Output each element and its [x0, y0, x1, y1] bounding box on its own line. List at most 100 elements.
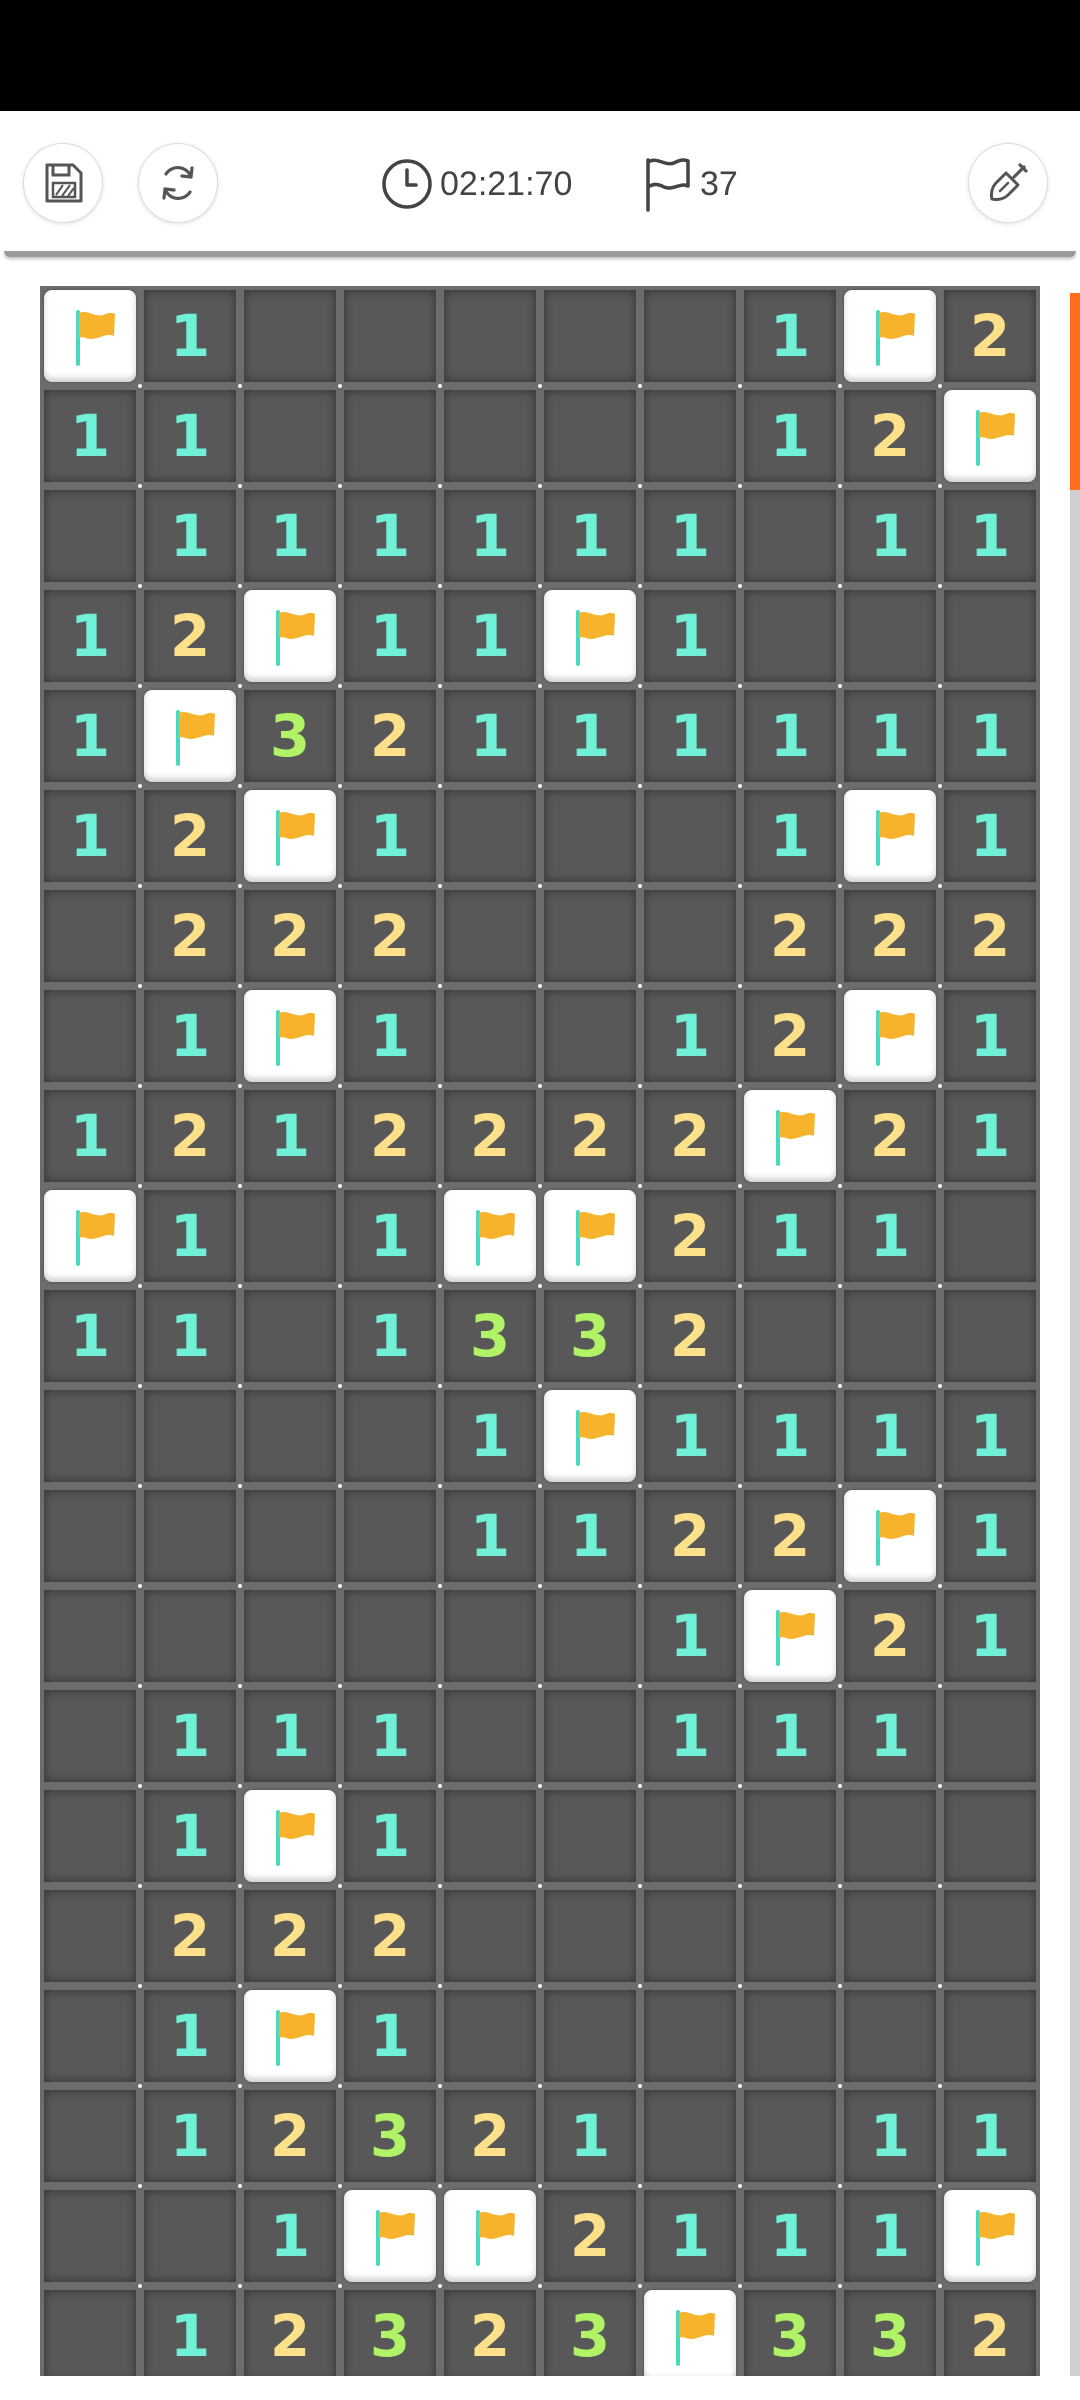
revealed-empty-cell[interactable] [544, 1890, 636, 1982]
number-cell[interactable]: 1 [244, 2190, 336, 2282]
revealed-empty-cell[interactable] [244, 390, 336, 482]
number-cell[interactable]: 1 [944, 690, 1036, 782]
revealed-empty-cell[interactable] [944, 1790, 1036, 1882]
flagged-cell[interactable] [244, 990, 336, 1082]
revealed-empty-cell[interactable] [744, 2090, 836, 2182]
revealed-empty-cell[interactable] [244, 1590, 336, 1682]
revealed-empty-cell[interactable] [444, 390, 536, 482]
revealed-empty-cell[interactable] [44, 890, 136, 982]
revealed-empty-cell[interactable] [44, 1990, 136, 2082]
revealed-empty-cell[interactable] [744, 1290, 836, 1382]
number-cell[interactable]: 1 [344, 1790, 436, 1882]
number-cell[interactable]: 2 [944, 2290, 1036, 2376]
revealed-empty-cell[interactable] [244, 1490, 336, 1582]
number-cell[interactable]: 1 [44, 1090, 136, 1182]
dig-mode-button[interactable] [968, 143, 1048, 223]
flagged-cell[interactable] [444, 1190, 536, 1282]
flagged-cell[interactable] [244, 790, 336, 882]
revealed-empty-cell[interactable] [144, 1490, 236, 1582]
revealed-empty-cell[interactable] [44, 2090, 136, 2182]
flagged-cell[interactable] [844, 990, 936, 1082]
number-cell[interactable]: 1 [744, 690, 836, 782]
number-cell[interactable]: 1 [644, 690, 736, 782]
number-cell[interactable]: 1 [344, 790, 436, 882]
number-cell[interactable]: 2 [344, 1090, 436, 1182]
number-cell[interactable]: 1 [144, 390, 236, 482]
number-cell[interactable]: 2 [444, 2090, 536, 2182]
revealed-empty-cell[interactable] [444, 1590, 536, 1682]
number-cell[interactable]: 2 [844, 1590, 936, 1682]
number-cell[interactable]: 1 [144, 1790, 236, 1882]
scrollbar-track[interactable] [1070, 293, 1080, 2376]
revealed-empty-cell[interactable] [44, 990, 136, 1082]
revealed-empty-cell[interactable] [344, 1490, 436, 1582]
revealed-empty-cell[interactable] [44, 1890, 136, 1982]
revealed-empty-cell[interactable] [344, 390, 436, 482]
number-cell[interactable]: 3 [344, 2090, 436, 2182]
number-cell[interactable]: 2 [944, 290, 1036, 382]
number-cell[interactable]: 1 [744, 1690, 836, 1782]
revealed-empty-cell[interactable] [144, 1390, 236, 1482]
number-cell[interactable]: 3 [544, 2290, 636, 2376]
number-cell[interactable]: 2 [644, 1490, 736, 1582]
revealed-empty-cell[interactable] [844, 1290, 936, 1382]
number-cell[interactable]: 2 [344, 890, 436, 982]
number-cell[interactable]: 2 [644, 1290, 736, 1382]
flagged-cell[interactable] [244, 1990, 336, 2082]
revealed-empty-cell[interactable] [844, 1790, 936, 1882]
number-cell[interactable]: 1 [744, 390, 836, 482]
number-cell[interactable]: 1 [944, 1090, 1036, 1182]
number-cell[interactable]: 1 [344, 490, 436, 582]
number-cell[interactable]: 2 [444, 1090, 536, 1182]
number-cell[interactable]: 1 [544, 2090, 636, 2182]
flagged-cell[interactable] [744, 1590, 836, 1682]
revealed-empty-cell[interactable] [744, 1990, 836, 2082]
flagged-cell[interactable] [744, 1090, 836, 1182]
revealed-empty-cell[interactable] [444, 1890, 536, 1982]
number-cell[interactable]: 2 [344, 1890, 436, 1982]
number-cell[interactable]: 1 [144, 2290, 236, 2376]
number-cell[interactable]: 2 [244, 1890, 336, 1982]
number-cell[interactable]: 1 [244, 490, 336, 582]
number-cell[interactable]: 2 [144, 1890, 236, 1982]
flagged-cell[interactable] [844, 290, 936, 382]
number-cell[interactable]: 1 [144, 990, 236, 1082]
number-cell[interactable]: 1 [44, 1290, 136, 1382]
number-cell[interactable]: 1 [544, 490, 636, 582]
flagged-cell[interactable] [944, 2190, 1036, 2282]
number-cell[interactable]: 1 [344, 1290, 436, 1382]
revealed-empty-cell[interactable] [844, 590, 936, 682]
number-cell[interactable]: 1 [644, 1690, 736, 1782]
revealed-empty-cell[interactable] [644, 1890, 736, 1982]
number-cell[interactable]: 1 [644, 490, 736, 582]
number-cell[interactable]: 1 [944, 790, 1036, 882]
save-button[interactable] [23, 143, 103, 223]
revealed-empty-cell[interactable] [744, 1890, 836, 1982]
flagged-cell[interactable] [44, 1190, 136, 1282]
revealed-empty-cell[interactable] [644, 890, 736, 982]
number-cell[interactable]: 1 [744, 1390, 836, 1482]
number-cell[interactable]: 2 [144, 890, 236, 982]
number-cell[interactable]: 1 [44, 590, 136, 682]
number-cell[interactable]: 1 [944, 1590, 1036, 1682]
number-cell[interactable]: 1 [744, 2190, 836, 2282]
number-cell[interactable]: 1 [44, 690, 136, 782]
revealed-empty-cell[interactable] [44, 2290, 136, 2376]
revealed-empty-cell[interactable] [544, 990, 636, 1082]
number-cell[interactable]: 1 [844, 1190, 936, 1282]
number-cell[interactable]: 1 [444, 590, 536, 682]
number-cell[interactable]: 2 [144, 1090, 236, 1182]
revealed-empty-cell[interactable] [944, 1990, 1036, 2082]
number-cell[interactable]: 1 [944, 1390, 1036, 1482]
revealed-empty-cell[interactable] [544, 790, 636, 882]
number-cell[interactable]: 1 [44, 390, 136, 482]
number-cell[interactable]: 1 [744, 790, 836, 882]
revealed-empty-cell[interactable] [644, 2090, 736, 2182]
number-cell[interactable]: 2 [544, 2190, 636, 2282]
number-cell[interactable]: 2 [244, 2290, 336, 2376]
revealed-empty-cell[interactable] [744, 590, 836, 682]
revealed-empty-cell[interactable] [544, 1990, 636, 2082]
revealed-empty-cell[interactable] [244, 1190, 336, 1282]
flagged-cell[interactable] [244, 1790, 336, 1882]
revealed-empty-cell[interactable] [144, 1590, 236, 1682]
